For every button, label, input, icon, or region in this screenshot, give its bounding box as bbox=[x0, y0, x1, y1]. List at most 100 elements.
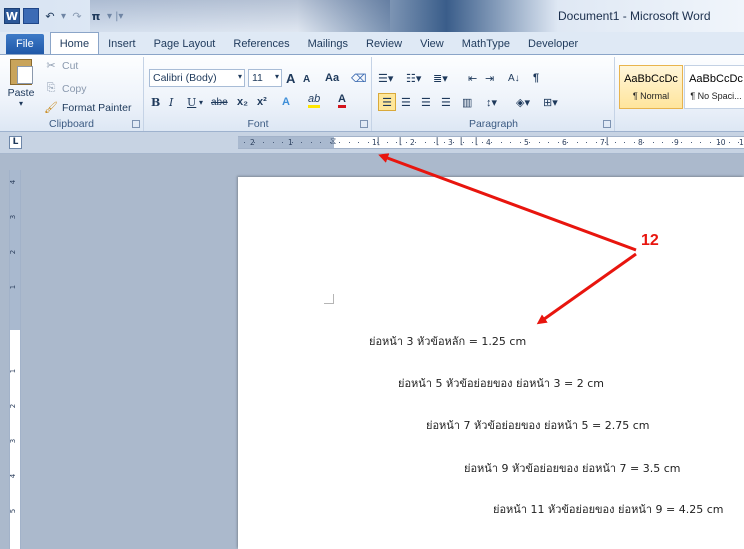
font-name-dropdown-icon[interactable]: ▾ bbox=[238, 72, 242, 81]
font-launcher-icon[interactable] bbox=[360, 120, 368, 128]
font-group-label: Font bbox=[247, 118, 269, 130]
tab-page-layout[interactable]: Page Layout bbox=[145, 34, 225, 54]
paragraph-launcher-icon[interactable] bbox=[603, 120, 611, 128]
justify-icon[interactable]: ☰ bbox=[441, 93, 451, 111]
align-right-icon[interactable]: ☰ bbox=[421, 93, 431, 111]
document-line-2[interactable]: ย่อหน้า 5 หัวข้อย่อยของ ย่อหน้า 3 = 2 cm bbox=[398, 374, 604, 392]
paste-dropdown-icon[interactable]: ▾ bbox=[4, 99, 38, 108]
superscript-button[interactable]: x² bbox=[257, 93, 267, 111]
ruler-tick-dot bbox=[548, 142, 549, 143]
tab-review[interactable]: Review bbox=[357, 34, 411, 54]
tab-selector-button[interactable]: L bbox=[9, 136, 22, 149]
word-logo-icon[interactable]: W bbox=[4, 8, 20, 24]
highlight-button[interactable]: ab bbox=[308, 93, 321, 108]
undo-icon[interactable]: ↶ bbox=[42, 8, 58, 24]
ruler-tick-dot bbox=[586, 142, 587, 143]
subscript-button[interactable]: x₂ bbox=[237, 93, 248, 111]
first-line-indent-marker[interactable]: ⧖ bbox=[330, 137, 336, 148]
underline-dropdown-icon[interactable]: ▾ bbox=[199, 93, 203, 111]
document-page[interactable]: ย่อหน้า 3 หัวข้อหลัก = 1.25 cm ย่อหน้า 5… bbox=[238, 177, 744, 549]
borders-icon[interactable]: ⊞▾ bbox=[543, 93, 558, 111]
tab-file[interactable]: File bbox=[6, 34, 44, 54]
customize-qat-icon[interactable]: |▾ bbox=[115, 11, 123, 22]
thai-distributed-icon[interactable]: ▥ bbox=[462, 93, 472, 111]
text-effects-button[interactable]: A bbox=[282, 93, 290, 111]
ruler-tick-dot bbox=[728, 142, 730, 143]
line-spacing-icon[interactable]: ↕▾ bbox=[486, 93, 497, 111]
vertical-ruler[interactable]: 4 3 2 1 1 2 3 4 5 bbox=[9, 170, 21, 549]
document-line-5[interactable]: ย่อหน้า 11 หัวข้อย่อยของ ย่อหน้า 9 = 4.2… bbox=[493, 500, 724, 518]
document-line-3[interactable]: ย่อหน้า 7 หัวข้อย่อยของ ย่อหน้า 5 = 2.75… bbox=[426, 416, 650, 434]
ruler-tick-dot bbox=[538, 142, 540, 143]
ruler-tick-dot bbox=[244, 142, 245, 143]
clipboard-launcher-icon[interactable] bbox=[132, 120, 140, 128]
tab-home[interactable]: Home bbox=[49, 32, 100, 54]
bold-button[interactable]: B bbox=[151, 93, 160, 111]
grow-font-button[interactable]: A bbox=[286, 69, 295, 87]
clear-formatting-icon[interactable]: ⌫ bbox=[351, 69, 367, 87]
ruler-tick-dot bbox=[329, 142, 331, 143]
horizontal-ruler[interactable]: ⧖ 2 1 1 2 3 4 5 6 7 8 9 10 1 ⌊ ⌊ ⌊ ⌊ ⌊ ⌊ bbox=[238, 136, 744, 149]
document-line-1[interactable]: ย่อหน้า 3 หัวข้อหลัก = 1.25 cm bbox=[369, 332, 526, 350]
tab-view[interactable]: View bbox=[411, 34, 453, 54]
vertical-ruler-number: 1 bbox=[9, 284, 18, 290]
decrease-indent-icon[interactable]: ⇤ bbox=[468, 69, 477, 87]
clipboard-group: Paste ▾ ✂ Cut ⎘ Copy 🖌 Format Painter Cl… bbox=[0, 57, 144, 131]
ruler-tick-dot bbox=[396, 142, 397, 143]
show-formatting-icon[interactable]: ¶ bbox=[533, 69, 539, 87]
style-no-spacing[interactable]: AaBbCcDc ¶ No Spaci... bbox=[684, 65, 744, 109]
style-normal[interactable]: AaBbCcDc ¶ Normal bbox=[619, 65, 683, 109]
strikethrough-button[interactable]: abe bbox=[211, 93, 228, 111]
cut-button[interactable]: ✂ Cut bbox=[44, 59, 78, 73]
tab-mailings[interactable]: Mailings bbox=[299, 34, 357, 54]
sort-icon[interactable]: A↓ bbox=[508, 69, 520, 87]
style-normal-sample: AaBbCcDc bbox=[624, 73, 678, 85]
numbering-icon[interactable]: ☷▾ bbox=[406, 69, 421, 87]
ruler-tick-dot bbox=[510, 142, 511, 143]
tab-stop-marker[interactable]: ⌊ bbox=[399, 137, 403, 148]
increase-indent-icon[interactable]: ⇥ bbox=[485, 69, 494, 87]
quick-access-toolbar: W ↶ ▾ ↷ π ▾ |▾ bbox=[4, 8, 123, 24]
pi-dropdown-icon[interactable]: ▾ bbox=[107, 11, 112, 22]
tab-developer[interactable]: Developer bbox=[519, 34, 587, 54]
shrink-font-button[interactable]: A bbox=[303, 70, 310, 88]
font-name-select[interactable]: Calibri (Body) ▾ bbox=[149, 69, 245, 87]
align-left-icon[interactable]: ☰ bbox=[378, 93, 396, 111]
clipboard-group-label: Clipboard bbox=[49, 118, 94, 130]
format-painter-button[interactable]: 🖌 Format Painter bbox=[44, 101, 131, 115]
tab-mathtype[interactable]: MathType bbox=[453, 34, 519, 54]
redo-icon[interactable]: ↷ bbox=[69, 8, 85, 24]
tab-stop-marker[interactable]: ⌊ bbox=[606, 137, 610, 148]
ruler-tick-dot bbox=[690, 142, 692, 143]
tab-references[interactable]: References bbox=[224, 34, 298, 54]
ruler-tick-dot bbox=[595, 142, 597, 143]
bullets-icon[interactable]: ☰▾ bbox=[378, 69, 393, 87]
vertical-ruler-number: 1 bbox=[9, 368, 18, 374]
undo-dropdown-icon[interactable]: ▾ bbox=[61, 11, 66, 22]
tab-insert[interactable]: Insert bbox=[99, 34, 145, 54]
tab-stop-marker[interactable]: ⌊ bbox=[475, 137, 479, 148]
copy-button[interactable]: ⎘ Copy bbox=[44, 82, 87, 95]
italic-button[interactable]: I bbox=[169, 93, 173, 111]
save-icon[interactable] bbox=[23, 8, 39, 24]
style-no-spacing-sample: AaBbCcDc bbox=[689, 73, 743, 85]
paragraph-group: ☰▾ ☷▾ ≣▾ ⇤ ⇥ A↓ ¶ ☰ ☰ ☰ ☰ ▥ ↕▾ ◈▾ ⊞▾ Par… bbox=[373, 57, 615, 131]
multilevel-list-icon[interactable]: ≣▾ bbox=[433, 69, 448, 87]
ruler-tick-dot bbox=[405, 142, 407, 143]
ruler-tick-dot bbox=[367, 142, 369, 143]
pi-icon[interactable]: π bbox=[88, 8, 104, 24]
document-line-4[interactable]: ย่อหน้า 9 หัวข้อย่อยของ ย่อหน้า 7 = 3.5 … bbox=[464, 459, 681, 477]
underline-button[interactable]: U bbox=[187, 93, 196, 111]
align-center-icon[interactable]: ☰ bbox=[401, 93, 411, 111]
change-case-button[interactable]: Aa bbox=[325, 69, 339, 87]
clipboard-icon bbox=[10, 59, 33, 85]
ruler-tick-dot bbox=[310, 142, 312, 143]
font-size-select[interactable]: 11 ▾ bbox=[248, 69, 282, 87]
ruler-tick-dot bbox=[557, 142, 559, 143]
font-color-button[interactable]: A bbox=[338, 93, 346, 108]
font-size-dropdown-icon[interactable]: ▾ bbox=[275, 72, 279, 81]
shading-icon[interactable]: ◈▾ bbox=[516, 93, 530, 111]
tab-stop-marker[interactable]: ⌊ bbox=[436, 137, 440, 148]
ruler-tick-dot bbox=[301, 142, 302, 143]
paste-button[interactable]: Paste ▾ bbox=[4, 59, 38, 111]
